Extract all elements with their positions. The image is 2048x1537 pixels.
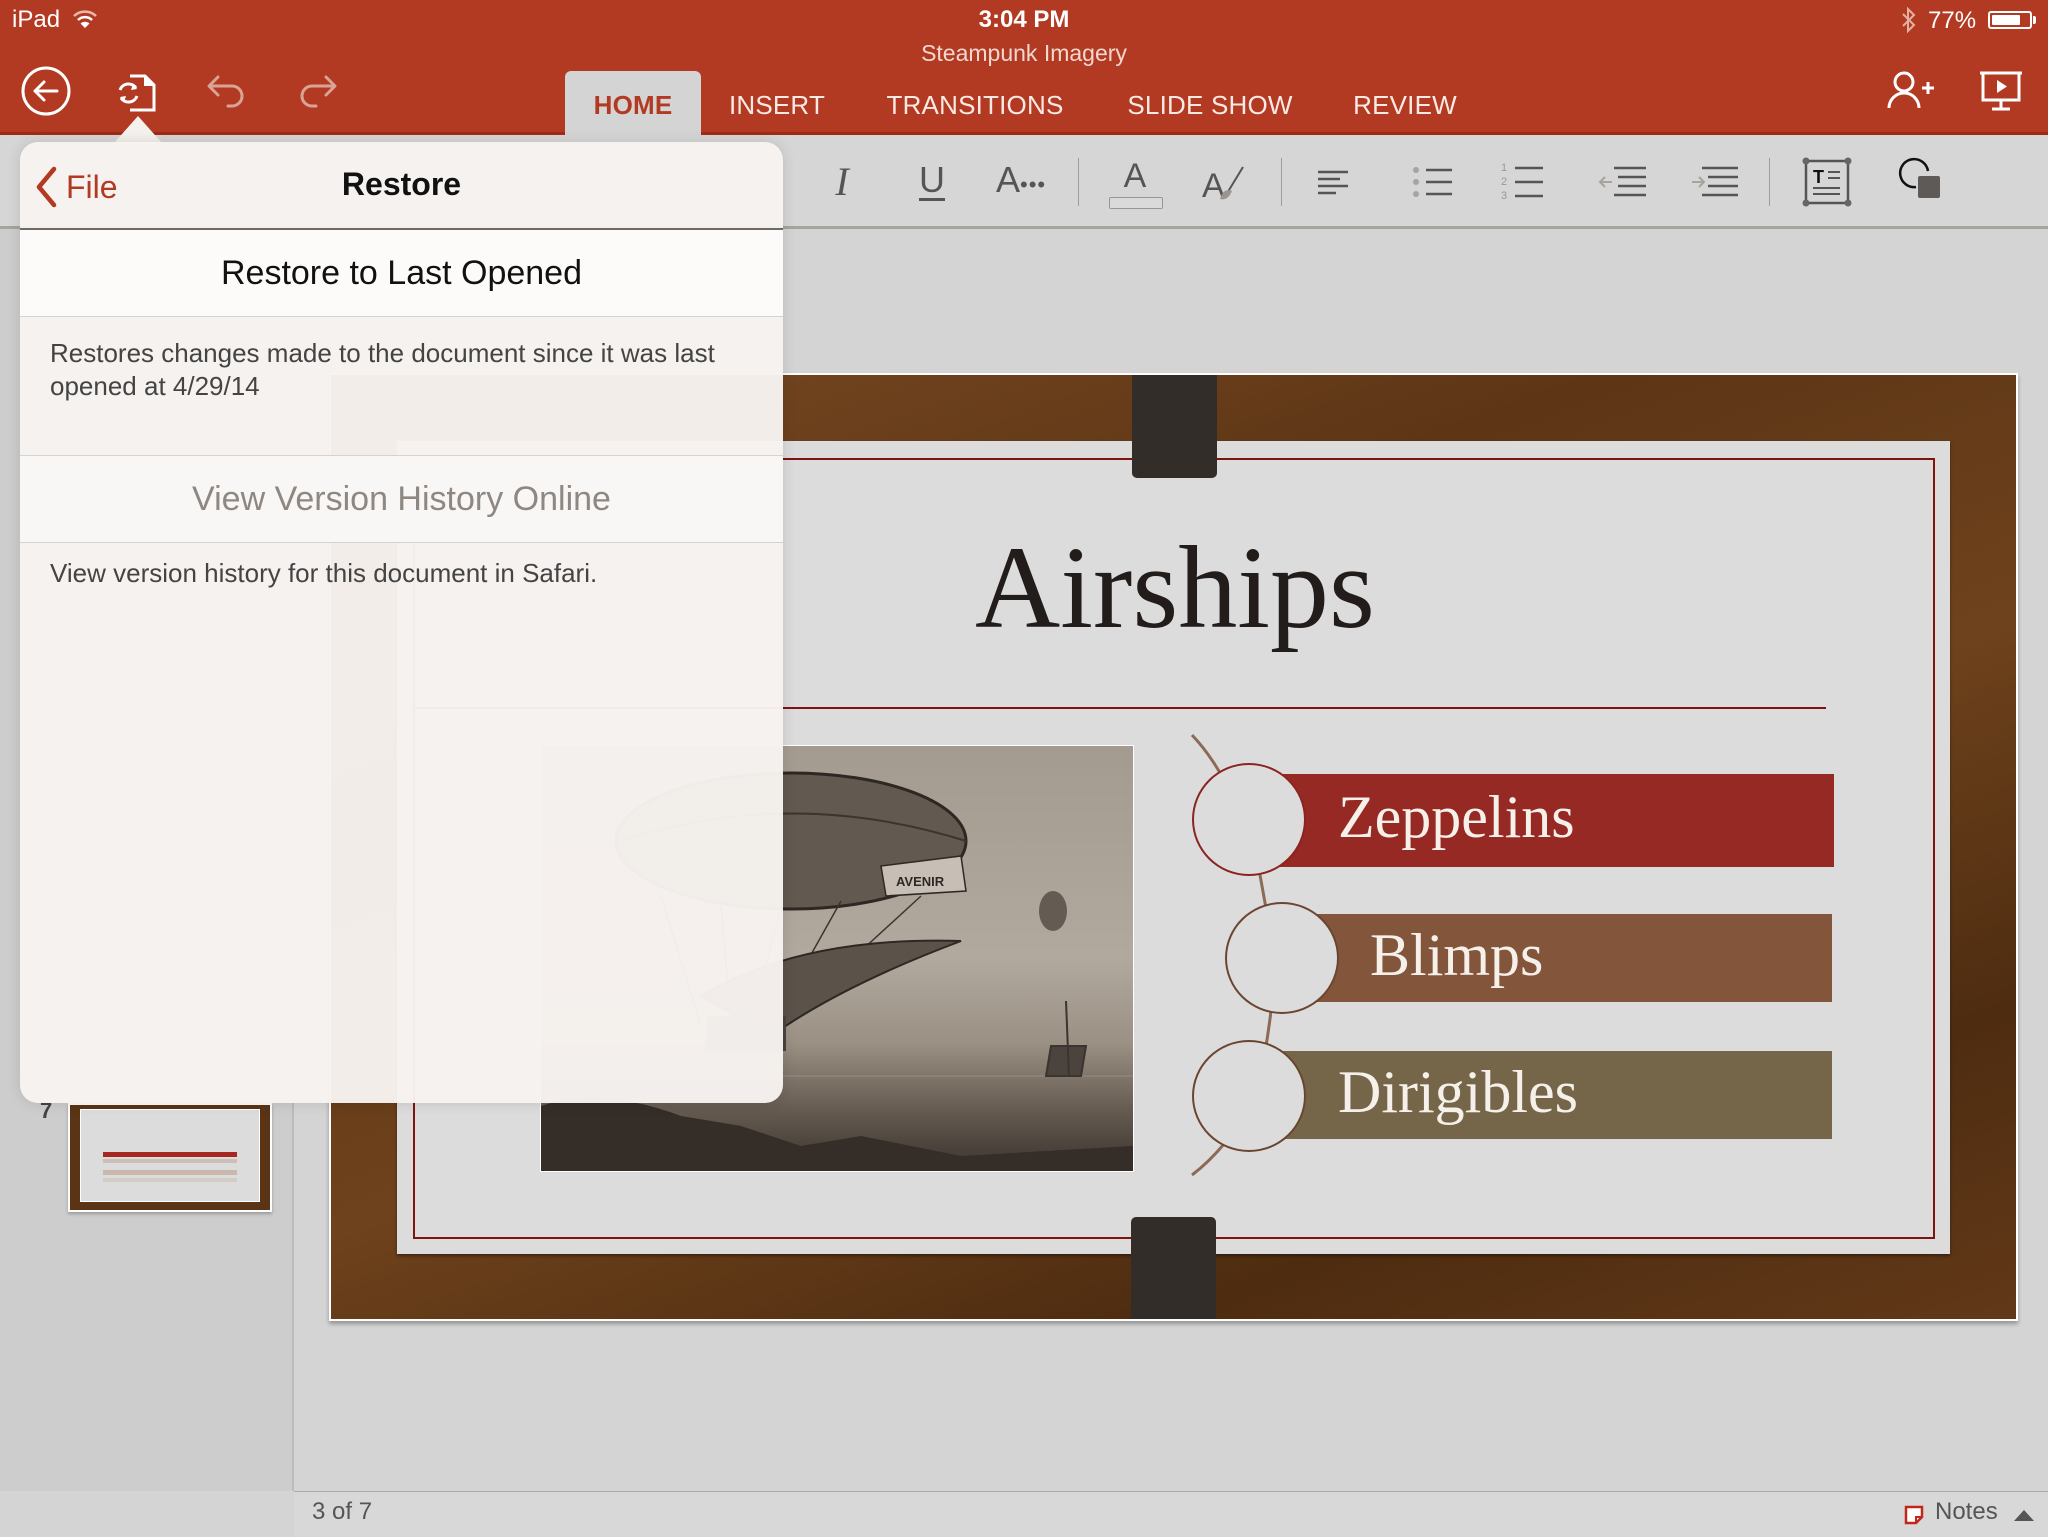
more-font-options-icon[interactable]: A••• — [996, 155, 1050, 209]
tab-transitions[interactable]: TRANSITIONS — [870, 71, 1080, 135]
slide-title[interactable]: Airships — [940, 520, 1410, 656]
thumbnail-table-header — [103, 1152, 237, 1157]
popover-header: File Restore — [20, 142, 783, 230]
slide-thumbnail[interactable] — [68, 1103, 272, 1212]
tab-insert[interactable]: INSERT — [712, 71, 842, 135]
italic-icon[interactable]: I — [815, 155, 869, 209]
ellipsis-glyph: ••• — [1020, 172, 1047, 197]
shapes-icon[interactable] — [1894, 155, 1948, 209]
ribbon-separator — [1769, 158, 1770, 206]
list-item-label: Dirigibles — [1338, 1059, 1578, 1125]
list-item-circle-3 — [1192, 1040, 1306, 1152]
decrease-indent-icon[interactable] — [1596, 155, 1650, 209]
document-title: Steampunk Imagery — [921, 40, 1127, 66]
font-color-icon[interactable]: A — [1107, 155, 1163, 209]
chevron-up-icon[interactable] — [2013, 1508, 2035, 1522]
numbering-digit-3: 3 — [1501, 190, 1507, 202]
list-item-bar-1[interactable]: Zeppelins — [1278, 774, 1834, 867]
align-left-icon[interactable] — [1308, 155, 1362, 209]
list-item-label: Blimps — [1370, 922, 1544, 988]
clock: 3:04 PM — [978, 6, 1070, 33]
notes-icon[interactable] — [1904, 1505, 1924, 1525]
popover-arrow — [114, 116, 162, 143]
restore-popover: File Restore Restore to Last Opened Rest… — [20, 142, 783, 1103]
tab-home[interactable]: HOME — [565, 71, 701, 135]
thumbnail-paper — [80, 1109, 260, 1202]
list-item-bar-2[interactable]: Blimps — [1310, 914, 1832, 1002]
file-restore-icon[interactable] — [108, 64, 162, 118]
ribbon-separator — [1281, 158, 1282, 206]
font-color-swatch — [1109, 197, 1163, 209]
bullets-icon[interactable] — [1406, 155, 1460, 209]
undo-icon[interactable] — [200, 64, 254, 118]
tab-slide-show[interactable]: SLIDE SHOW — [1110, 71, 1310, 135]
bottom-strap — [1131, 1217, 1216, 1319]
view-version-history-button[interactable]: View Version History Online — [20, 456, 783, 543]
back-icon[interactable] — [19, 64, 73, 118]
list-item-circle-2 — [1225, 902, 1339, 1014]
list-item-circle-1 — [1192, 763, 1306, 876]
increase-indent-icon[interactable] — [1690, 155, 1744, 209]
tab-review[interactable]: REVIEW — [1340, 71, 1470, 135]
numbering-digit-2: 2 — [1501, 176, 1507, 188]
more-font-glyph: A — [996, 159, 1021, 200]
list-item-label: Zeppelins — [1338, 784, 1575, 850]
thumbnail-table-row — [103, 1178, 237, 1182]
share-person-add-icon[interactable] — [1884, 64, 1938, 118]
battery-percent: 77% — [1928, 7, 1977, 34]
status-bar — [294, 1491, 2048, 1537]
underline-icon[interactable]: U — [905, 155, 959, 209]
restore-to-last-opened-button[interactable]: Restore to Last Opened — [20, 230, 783, 317]
restore-description: Restores changes made to the document si… — [20, 317, 783, 456]
font-color-glyph: A — [1123, 157, 1147, 195]
airship-banner-text: AVENIR — [896, 874, 945, 889]
text-box-glyph: T — [1813, 167, 1824, 187]
thumbnail-table-row — [103, 1170, 237, 1175]
bluetooth-icon — [1902, 7, 1916, 33]
numbering-digit-1: 1 — [1501, 162, 1507, 174]
ribbon-separator — [1078, 158, 1079, 206]
present-icon[interactable] — [1974, 64, 2028, 118]
list-item-bar-3[interactable]: Dirigibles — [1278, 1051, 1832, 1139]
battery-fill — [1992, 15, 2020, 25]
svg-text:A: A — [1202, 167, 1225, 205]
slide-counter: 3 of 7 — [312, 1498, 373, 1525]
redo-icon[interactable] — [290, 64, 344, 118]
battery-nub — [2033, 16, 2036, 24]
popover-title: Restore — [341, 166, 462, 202]
history-description: View version history for this document i… — [50, 558, 598, 588]
format-painter-icon[interactable]: A — [1198, 155, 1252, 209]
text-box-icon[interactable]: T — [1800, 155, 1854, 209]
thumbnail-table-row — [103, 1159, 237, 1163]
top-strap — [1132, 375, 1217, 478]
notes-button[interactable]: Notes — [1935, 1498, 1998, 1526]
numbering-icon[interactable]: 1 2 3 — [1497, 155, 1551, 209]
battery-icon — [1988, 11, 2032, 29]
